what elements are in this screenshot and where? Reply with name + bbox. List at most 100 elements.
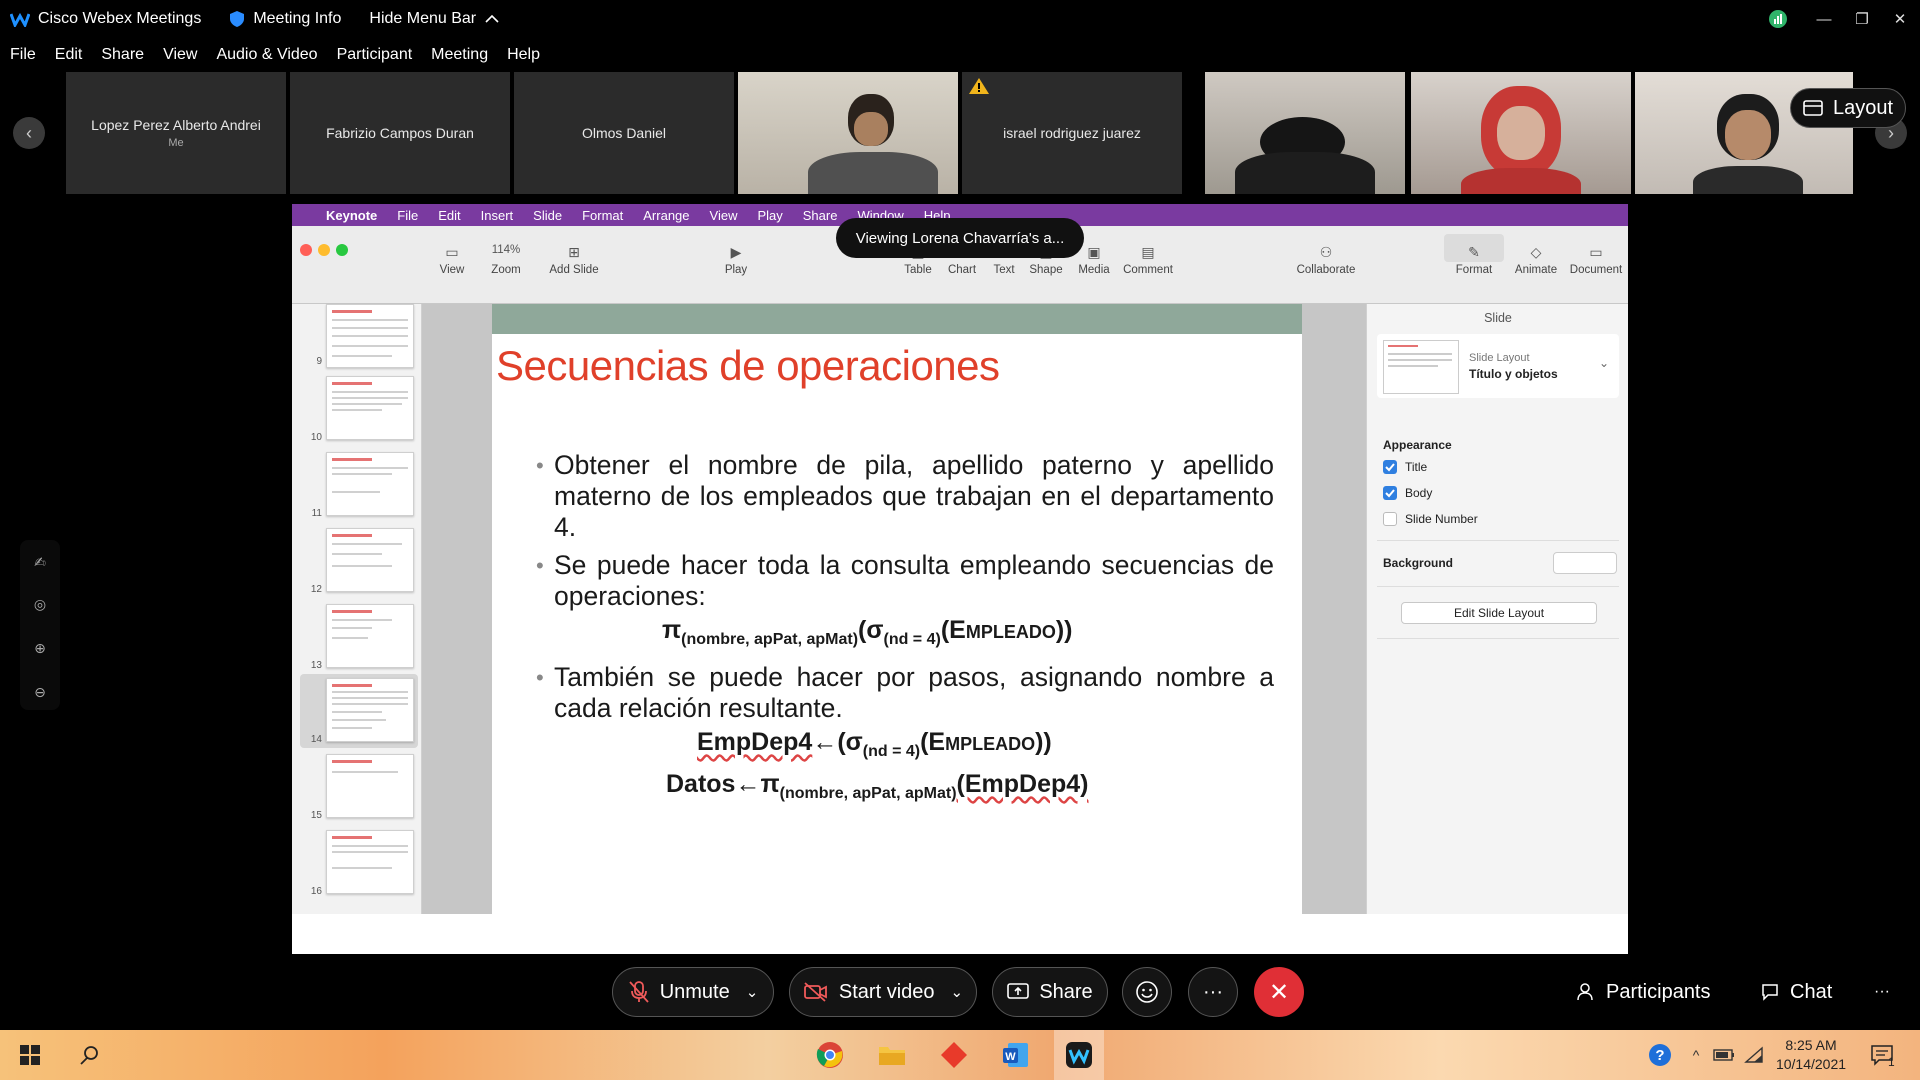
inspector-header: Slide [1484, 311, 1512, 325]
thumb-number: 11 [311, 508, 322, 519]
thumb-number: 14 [310, 734, 322, 745]
slide-number-label: Slide Number [1405, 512, 1478, 526]
animate-icon: ◇ [1530, 244, 1542, 260]
mac-menu-play: Play [757, 207, 783, 223]
slide-thumbnail [326, 304, 414, 368]
participant-tile[interactable]: israel rodriguez juarez [962, 72, 1182, 194]
network-stats-icon[interactable] [1758, 0, 1798, 38]
play-icon: ▶ [730, 244, 742, 260]
help-icon[interactable]: ? [1644, 1039, 1676, 1071]
toolbar-view-label: View [439, 264, 465, 276]
menu-view[interactable]: View [163, 46, 197, 64]
formula-sub: (nombre, apPat, apMat) [779, 785, 957, 802]
slide-thumbnail [326, 528, 414, 592]
leave-meeting-button[interactable]: ✕ [1254, 967, 1304, 1017]
file-explorer-icon[interactable] [876, 1039, 908, 1071]
layout-icon [1803, 100, 1823, 116]
chevron-down-icon: ⌄ [745, 984, 759, 1001]
slide-layout-label: Slide Layout [1469, 352, 1530, 364]
zoom-in-icon[interactable]: ⊕ [30, 640, 50, 660]
layout-button[interactable]: Layout [1790, 88, 1906, 128]
bullet-text: También se puede hacer por pasos, asigna… [554, 662, 1274, 723]
app-icon[interactable] [938, 1039, 970, 1071]
menu-audio-video[interactable]: Audio & Video [216, 46, 317, 64]
hide-menu-label: Hide Menu Bar [369, 10, 477, 27]
annotation-tools: ✍ ◎ ⊕ ⊖ [20, 540, 60, 710]
menu-edit[interactable]: Edit [55, 46, 83, 64]
participant-name: israel rodriguez juarez [1003, 125, 1141, 141]
meeting-controls: Unmute ⌄ Start video ⌄ Share ··· ✕ Parti… [0, 955, 1920, 1030]
toolbar-document-label: Document [1569, 264, 1623, 276]
slide-thumbnail [326, 830, 414, 894]
divider [1377, 540, 1619, 541]
share-button[interactable]: Share [992, 967, 1108, 1017]
unmute-label: Unmute [659, 980, 730, 1003]
menu-participant[interactable]: Participant [337, 46, 413, 64]
formula-sub: (nd = 4) [862, 743, 921, 760]
annotate-icon[interactable]: ✍ [30, 554, 50, 574]
person-body [808, 152, 938, 194]
collaborate-icon: ⚇ [1319, 244, 1333, 260]
slide-navigator: 9 10 11 12 13 14 15 16 [292, 304, 422, 914]
word-icon[interactable]: W [1000, 1039, 1032, 1071]
hide-menu-bar-button[interactable]: Hide Menu Bar [369, 10, 508, 28]
search-icon[interactable] [74, 1039, 106, 1071]
participant-name: Fabrizio Campos Duran [326, 125, 474, 141]
taskbar: W ? ^ 8:25 AM 10/14/2021 1 [0, 1030, 1920, 1080]
restore-button[interactable]: ❐ [1842, 0, 1882, 38]
participant-tile[interactable]: Olmos Daniel [514, 72, 734, 194]
webex-taskbar-icon[interactable] [1063, 1039, 1095, 1071]
menu-meeting[interactable]: Meeting [431, 46, 488, 64]
mac-zoom-icon [336, 244, 348, 256]
battery-icon [1708, 1039, 1740, 1071]
close-window-button[interactable]: ✕ [1880, 0, 1920, 38]
notifications-icon[interactable]: 1 [1866, 1039, 1898, 1071]
menu-bar: File Edit Share View Audio & Video Parti… [0, 38, 1920, 72]
chrome-icon[interactable] [814, 1039, 846, 1071]
menu-share[interactable]: Share [101, 46, 144, 64]
shared-screen: Keynote File Edit Insert Slide Format Ar… [292, 204, 1628, 954]
toolbar-add-slide-label: Add Slide [549, 264, 599, 276]
shared-screen-blank [292, 914, 1628, 954]
formula-sigma: (σ [858, 616, 884, 644]
participant-video[interactable] [738, 72, 958, 194]
participant-video[interactable] [1411, 72, 1631, 194]
more-icon: ··· [1203, 980, 1223, 1003]
reactions-button[interactable] [1122, 967, 1172, 1017]
participant-video[interactable] [1205, 72, 1405, 194]
bullet-2: • Se puede hacer toda la consulta emplean… [536, 550, 1274, 611]
body-checkbox [1383, 486, 1397, 500]
share-screen-icon [1007, 983, 1030, 999]
person-body [1235, 152, 1375, 194]
strip-prev-button[interactable]: ‹ [13, 117, 45, 149]
mac-menu-format: Format [582, 207, 624, 223]
participant-tile-self[interactable]: Lopez Perez Alberto Andrei Me [66, 72, 286, 194]
thumb-number: 9 [316, 356, 322, 367]
toolbar-zoom-label: Zoom [491, 264, 521, 276]
zoom-out-icon[interactable]: ⊖ [30, 684, 50, 704]
panel-more-button[interactable]: ··· [1874, 967, 1890, 1017]
bullet-3: • También se puede hacer por pasos, asign… [536, 662, 1274, 723]
slide-header-bar [492, 304, 1302, 334]
thumb-number: 12 [310, 584, 322, 595]
participant-tile[interactable]: Fabrizio Campos Duran [290, 72, 510, 194]
start-video-button[interactable]: Start video ⌄ [789, 967, 977, 1017]
participant-name: Lopez Perez Alberto Andrei [91, 117, 261, 133]
mac-minimize-icon [318, 244, 330, 256]
remote-control-icon[interactable]: ◎ [30, 596, 50, 616]
formula-lhs: EmpDep4 [697, 728, 813, 756]
slide-thumbnail [326, 376, 414, 440]
slide-thumbnail [326, 754, 414, 818]
more-options-button[interactable]: ··· [1188, 967, 1238, 1017]
windows-start-icon[interactable] [14, 1039, 46, 1071]
chat-button[interactable]: Chat [1760, 967, 1832, 1017]
system-clock[interactable]: 8:25 AM 10/14/2021 [1766, 1036, 1856, 1074]
format-icon: ✎ [1468, 244, 1480, 260]
meeting-info-button[interactable]: Meeting Info [229, 10, 341, 28]
unmute-button[interactable]: Unmute ⌄ [612, 967, 774, 1017]
menu-file[interactable]: File [10, 46, 36, 64]
svg-text:?: ? [1655, 1047, 1664, 1064]
minimize-button[interactable]: — [1804, 0, 1844, 38]
menu-help[interactable]: Help [507, 46, 540, 64]
participants-button[interactable]: Participants [1576, 967, 1711, 1017]
